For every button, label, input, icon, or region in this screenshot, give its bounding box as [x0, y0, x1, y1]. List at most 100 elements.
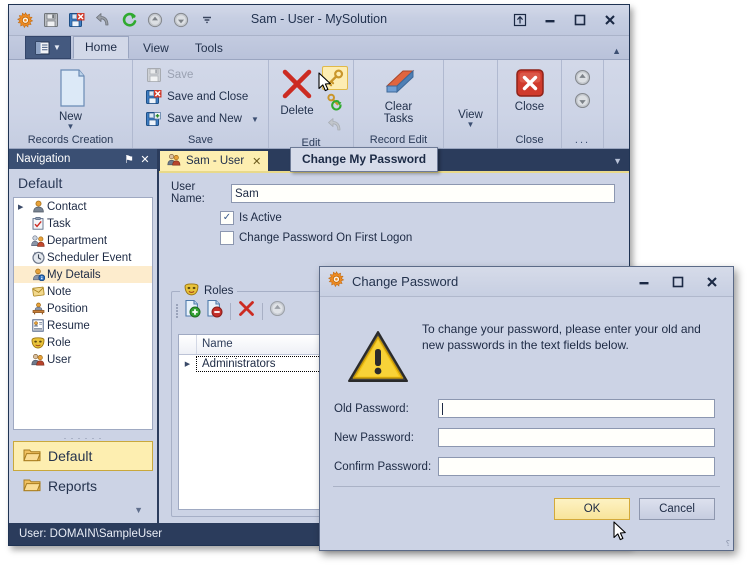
tab-tools[interactable]: Tools — [183, 37, 235, 59]
navigation-item-list: ▶ Contact Task Department Scheduler Even… — [13, 197, 153, 430]
close-icon[interactable]: ✕ — [252, 155, 261, 168]
grid-row-indicator-column — [179, 335, 197, 354]
toolbar-separator — [230, 302, 231, 320]
navigation-icon-column — [571, 64, 595, 111]
chevron-down-icon[interactable]: ▼ — [467, 121, 475, 129]
tab-view[interactable]: View — [131, 37, 181, 59]
toolbar-drag-handle[interactable] — [176, 303, 180, 319]
application-menu-button[interactable]: ▼ — [25, 36, 71, 59]
save-and-close-icon[interactable] — [65, 8, 89, 32]
customize-quick-access-icon[interactable] — [195, 8, 219, 32]
save-and-close-button[interactable]: Save and Close — [143, 86, 251, 108]
view-button[interactable]: View ▼ — [447, 102, 495, 129]
close-record-button[interactable]: Close — [505, 64, 555, 113]
nav-category-reports[interactable]: Reports — [13, 471, 153, 501]
task-icon — [29, 217, 47, 230]
edit-icon-column — [322, 64, 348, 136]
delete-role-icon[interactable] — [237, 299, 256, 323]
user-icon — [167, 153, 181, 169]
collapse-ribbon-icon[interactable]: ▲ — [612, 46, 621, 56]
change-password-dialog: Change Password To change your password,… — [319, 266, 734, 551]
pin-icon[interactable]: ⚑ — [121, 153, 137, 166]
old-password-input[interactable] — [438, 399, 715, 418]
document-tabs-overflow-icon[interactable]: ▼ — [613, 156, 622, 166]
ok-button[interactable]: OK — [554, 498, 630, 520]
roles-title-label: Roles — [204, 285, 234, 297]
sidebar-item-note[interactable]: Note — [14, 283, 152, 300]
next-object-icon[interactable] — [169, 8, 193, 32]
current-row-indicator-icon: ▶ — [184, 361, 191, 368]
new-button[interactable]: New ▼ — [39, 64, 103, 131]
minimize-button[interactable] — [535, 9, 565, 31]
dialog-title: Change Password — [352, 274, 459, 289]
new-password-input[interactable] — [438, 428, 715, 447]
user-name-input[interactable]: Sam — [231, 183, 615, 203]
dialog-resize-grip[interactable]: ⸮ — [726, 539, 730, 548]
position-icon — [29, 302, 47, 315]
roles-groupbox-title: Roles — [180, 283, 238, 299]
role-icon — [29, 336, 47, 349]
document-tab-strip: Sam - User ✕ ▼ Change My Password — [159, 147, 629, 172]
maximize-button[interactable] — [565, 9, 595, 31]
sidebar-item-task[interactable]: Task — [14, 215, 152, 232]
chevron-down-icon[interactable]: ▼ — [251, 115, 259, 124]
dialog-minimize-button[interactable] — [627, 270, 661, 294]
reset-password-key-icon[interactable] — [323, 91, 347, 113]
nav-category-label: Default — [48, 448, 93, 464]
sidebar-item-scheduler-event[interactable]: Scheduler Event — [14, 249, 152, 266]
refresh-icon[interactable] — [117, 8, 141, 32]
close-button[interactable] — [595, 9, 625, 31]
sidebar-item-my-details[interactable]: My Details — [14, 266, 152, 283]
sidebar-item-resume[interactable]: Resume — [14, 317, 152, 334]
user-name-row: User Name: Sam — [159, 173, 629, 205]
ribbon-group-edit: Delete Edit — [269, 60, 354, 149]
sidebar-item-contact[interactable]: ▶ Contact — [14, 198, 152, 215]
folder-icon — [23, 447, 41, 465]
is-active-row[interactable]: ✓ Is Active — [159, 205, 629, 225]
move-up-icon[interactable] — [571, 66, 595, 88]
save-icon[interactable] — [39, 8, 63, 32]
dialog-maximize-button[interactable] — [661, 270, 695, 294]
grid-column-name[interactable]: Name — [197, 335, 233, 354]
navigation-splitter[interactable]: . . . . . . — [9, 430, 157, 441]
cancel-button[interactable]: Cancel — [639, 498, 715, 520]
nav-more-icon[interactable]: ▼ — [13, 501, 153, 519]
app-logo-icon[interactable] — [13, 8, 37, 32]
delete-button[interactable]: Delete — [272, 64, 322, 117]
restore-ribbon-icon[interactable] — [505, 9, 535, 31]
new-role-icon[interactable] — [183, 299, 202, 323]
sidebar-item-department[interactable]: Department — [14, 232, 152, 249]
dialog-close-button[interactable] — [695, 270, 729, 294]
sidebar-item-role[interactable]: Role — [14, 334, 152, 351]
confirm-password-input[interactable] — [438, 457, 715, 476]
chevron-down-icon[interactable]: ▼ — [67, 123, 75, 131]
chevron-down-icon: ▼ — [53, 43, 61, 52]
document-tab-sam-user[interactable]: Sam - User ✕ — [159, 150, 270, 171]
expander-icon[interactable]: ▶ — [18, 203, 29, 211]
sidebar-item-user[interactable]: User — [14, 351, 152, 368]
navigation-panel: Navigation ⚑ ✕ Default ▶ Contact Task De… — [9, 149, 159, 523]
save-button[interactable]: Save — [143, 64, 196, 86]
is-active-checkbox[interactable]: ✓ — [220, 211, 234, 225]
move-down-icon[interactable] — [571, 89, 595, 111]
change-password-first-logon-row[interactable]: Change Password On First Logon — [159, 225, 629, 245]
ribbon-group-save: Save Save and Close Save and New ▼ Save — [133, 60, 269, 148]
save-and-new-button[interactable]: Save and New ▼ — [143, 108, 262, 130]
ribbon-group-navigation: ... — [562, 60, 604, 148]
close-icon[interactable]: ✕ — [137, 153, 153, 166]
clear-tasks-button[interactable]: Clear Tasks — [367, 64, 431, 125]
ribbon-tab-strip: ▼ Home View Tools ▲ — [9, 36, 629, 60]
sidebar-item-position[interactable]: Position — [14, 300, 152, 317]
remove-role-icon[interactable] — [205, 299, 224, 323]
sidebar-item-label: Contact — [47, 200, 87, 213]
previous-object-icon[interactable] — [143, 8, 167, 32]
document-tab-label: Sam - User — [186, 155, 245, 167]
undo-icon[interactable] — [91, 8, 115, 32]
change-password-first-logon-checkbox[interactable] — [220, 231, 234, 245]
window-controls — [505, 9, 625, 31]
ribbon-filler — [604, 60, 629, 148]
tab-home[interactable]: Home — [73, 36, 130, 59]
change-password-key-icon[interactable] — [322, 66, 348, 90]
text-caret — [442, 403, 443, 415]
nav-category-default[interactable]: Default — [13, 441, 153, 471]
